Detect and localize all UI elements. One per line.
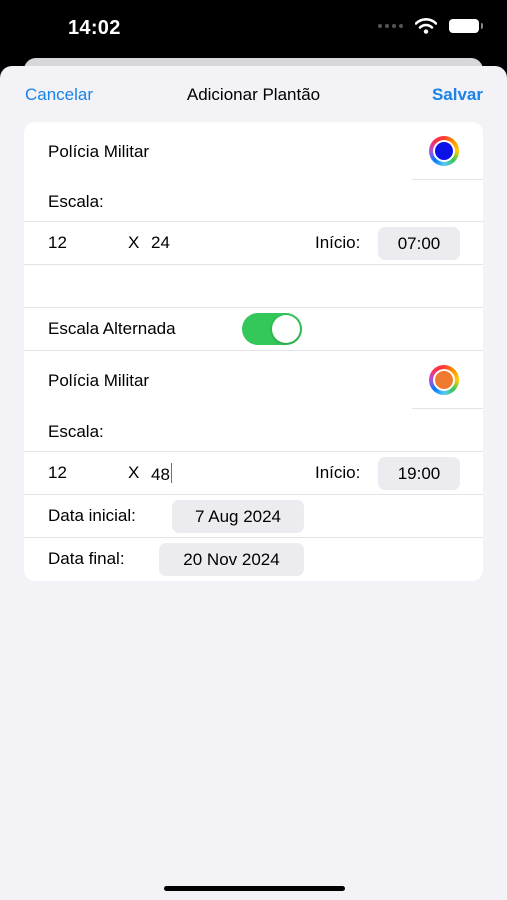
shift1-name-field[interactable]: Polícia Militar — [48, 142, 149, 162]
shift1-x-label: X — [128, 233, 140, 252]
shift1-name-row: Polícia Militar — [24, 122, 483, 180]
shift2-start-time-picker[interactable]: 19:00 — [378, 457, 460, 490]
shift2-name-row: Polícia Militar — [24, 351, 483, 409]
shift2-hours-on-field[interactable]: 12 — [48, 463, 67, 483]
alternate-scale-row: Escala Alternada — [24, 308, 483, 351]
start-date-label: Data inicial: — [48, 506, 136, 525]
cellular-signal-icon — [378, 24, 403, 28]
home-indicator — [164, 886, 345, 891]
wifi-icon — [415, 18, 437, 34]
shift1-start-time-picker[interactable]: 07:00 — [378, 227, 460, 260]
shift2-escala-row: Escala: — [24, 409, 483, 452]
shift2-inicio-label: Início: — [315, 463, 361, 482]
shift1-escala-label: Escala: — [48, 192, 104, 211]
text-cursor — [170, 463, 172, 483]
shift1-escala-row: Escala: — [24, 180, 483, 222]
shift2-x-label: X — [128, 463, 140, 482]
shift1-inicio-label: Início: — [315, 233, 361, 252]
status-time: 14:02 — [68, 17, 121, 39]
alternate-scale-toggle[interactable] — [242, 313, 302, 345]
page-title: Adicionar Plantão — [186, 85, 321, 104]
end-date-picker[interactable]: 20 Nov 2024 — [159, 543, 304, 576]
save-button[interactable]: Salvar — [432, 85, 483, 105]
end-date-row: Data final: 20 Nov 2024 — [24, 538, 483, 581]
start-date-row: Data inicial: 7 Aug 2024 — [24, 495, 483, 538]
shift2-name-field[interactable]: Polícia Militar — [48, 371, 149, 391]
status-bar: 14:02 — [0, 0, 507, 58]
add-shift-sheet: Cancelar Adicionar Plantão Salvar Políci… — [0, 66, 507, 900]
spacer-row — [24, 265, 483, 308]
shift1-color-swatch-icon — [435, 142, 453, 160]
shift1-color-picker[interactable] — [429, 136, 459, 166]
shift2-hours-off-field[interactable]: 48 — [151, 465, 170, 484]
battery-icon — [449, 19, 483, 33]
alternate-scale-label: Escala Alternada — [48, 319, 176, 338]
status-icons — [378, 18, 483, 34]
shift1-scale-row: 12 X 24 Início: 07:00 — [24, 222, 483, 265]
end-date-label: Data final: — [48, 549, 125, 568]
shift2-scale-row: 12 X 48 Início: 19:00 — [24, 452, 483, 495]
shift1-hours-on-field[interactable]: 12 — [48, 233, 67, 253]
start-date-picker[interactable]: 7 Aug 2024 — [172, 500, 304, 533]
shift2-escala-label: Escala: — [48, 422, 104, 441]
shift2-color-swatch-icon — [435, 371, 453, 389]
shift2-color-picker[interactable] — [429, 365, 459, 395]
shift1-hours-off-field[interactable]: 24 — [151, 233, 170, 253]
shift-form: Polícia Militar Escala: 12 X 24 Início: … — [24, 122, 483, 581]
shift2-hours-off-wrap[interactable]: 48 — [151, 463, 172, 485]
nav-bar: Cancelar Adicionar Plantão Salvar — [0, 66, 507, 124]
